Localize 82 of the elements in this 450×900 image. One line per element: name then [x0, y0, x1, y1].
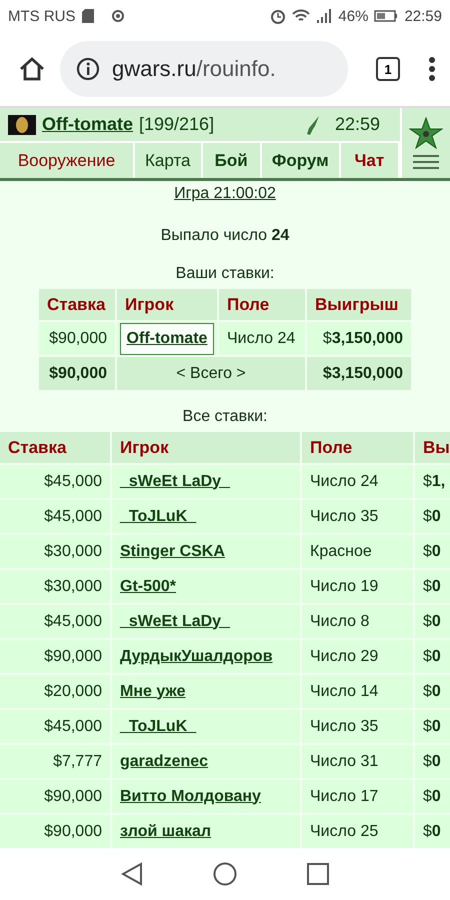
section-title: Все ставки:: [182, 408, 268, 426]
table-cell: $1,: [415, 465, 450, 498]
column-header: Игрок: [117, 289, 217, 320]
battery-icon: [374, 10, 398, 22]
table-cell: Число 24: [302, 465, 413, 498]
player-link[interactable]: Gt-500*: [120, 578, 176, 594]
game-link[interactable]: Игра 21:00:02: [174, 185, 276, 203]
table-cell: $0: [415, 675, 450, 708]
table-cell: $0: [415, 500, 450, 533]
back-icon[interactable]: [121, 862, 143, 886]
table-cell: Число 14: [302, 675, 413, 708]
clan-badge-icon: [8, 114, 36, 134]
table-cell: Число 35: [302, 710, 413, 743]
more-icon[interactable]: [428, 56, 436, 82]
table-cell: $0: [415, 710, 450, 743]
battery-percent: 46%: [338, 8, 368, 24]
table-cell: $0: [415, 745, 450, 778]
nav-link[interactable]: Карта: [135, 143, 202, 178]
home-icon[interactable]: [18, 55, 46, 83]
table-cell: Число 35: [302, 500, 413, 533]
table-cell: Число 31: [302, 745, 413, 778]
carrier-name: MTS RUS: [8, 8, 76, 24]
table-cell: $45,000: [0, 605, 110, 638]
table-cell: $90,000: [39, 322, 115, 355]
table-cell: $3,150,000: [307, 322, 411, 355]
table-cell: $0: [415, 780, 450, 813]
wifi-icon: [292, 9, 310, 23]
nav-link[interactable]: Вооружение: [0, 143, 135, 178]
table-cell: $90,000: [0, 780, 110, 813]
table-cell: Число 19: [302, 570, 413, 603]
table-cell: $30,000: [0, 570, 110, 603]
column-header: Поле: [302, 432, 413, 463]
table-cell: < Всего >: [117, 357, 305, 390]
table-cell: $0: [415, 570, 450, 603]
signal-icon: [316, 9, 332, 23]
table-cell: $90,000: [0, 640, 110, 673]
table-cell: Число 24: [219, 322, 305, 355]
column-header: Ставка: [0, 432, 110, 463]
recents-icon[interactable]: [307, 863, 329, 885]
table-cell: $45,000: [0, 465, 110, 498]
column-header: Ставка: [39, 289, 115, 320]
home-icon[interactable]: [213, 862, 237, 886]
column-header: Вы: [415, 432, 450, 463]
table-cell: $90,000: [0, 815, 110, 848]
table-cell: Число 29: [302, 640, 413, 673]
section-title: Ваши ставки:: [176, 265, 274, 283]
column-header: Выигрыш: [307, 289, 411, 320]
table-cell: Число 17: [302, 780, 413, 813]
tab-count[interactable]: 1: [376, 57, 400, 81]
result-text: Выпало число 24: [160, 227, 290, 245]
menu-icon[interactable]: [413, 154, 439, 170]
table-cell: $90,000: [39, 357, 115, 390]
address-bar[interactable]: gwars.ru/rouinfo.: [60, 41, 348, 97]
info-icon: [76, 57, 100, 81]
player-link[interactable]: Мне уже: [120, 682, 186, 700]
table-cell: Красное: [302, 535, 413, 568]
table-cell: $0: [415, 535, 450, 568]
column-header: Поле: [219, 289, 305, 320]
nav-link[interactable]: Чат: [340, 143, 400, 178]
table-cell: $30,000: [0, 535, 110, 568]
sd-card-icon: [82, 9, 94, 23]
table-cell: $0: [415, 640, 450, 673]
hotspot-icon: [110, 9, 126, 23]
star-icon[interactable]: [409, 116, 443, 148]
player-link[interactable]: Off-tomate: [42, 114, 133, 135]
player-link[interactable]: Off-tomate: [120, 322, 214, 354]
alarm-icon: [270, 8, 286, 24]
table-cell: Число 25: [302, 815, 413, 848]
table-cell: $20,000: [0, 675, 110, 708]
health-points: [199/216]: [139, 114, 214, 135]
table-cell: $3,150,000: [307, 357, 411, 390]
column-header: Игрок: [112, 432, 300, 463]
table-cell: Число 8: [302, 605, 413, 638]
nav-link[interactable]: Форум: [262, 143, 341, 178]
table-cell: $45,000: [0, 710, 110, 743]
server-time: 22:59: [334, 114, 380, 135]
clock: 22:59: [404, 8, 442, 24]
table-cell: $0: [415, 605, 450, 638]
nav-link[interactable]: Бой: [202, 143, 262, 178]
table-cell: $7,777: [0, 745, 110, 778]
table-cell: $0: [415, 815, 450, 848]
table-cell: $45,000: [0, 500, 110, 533]
